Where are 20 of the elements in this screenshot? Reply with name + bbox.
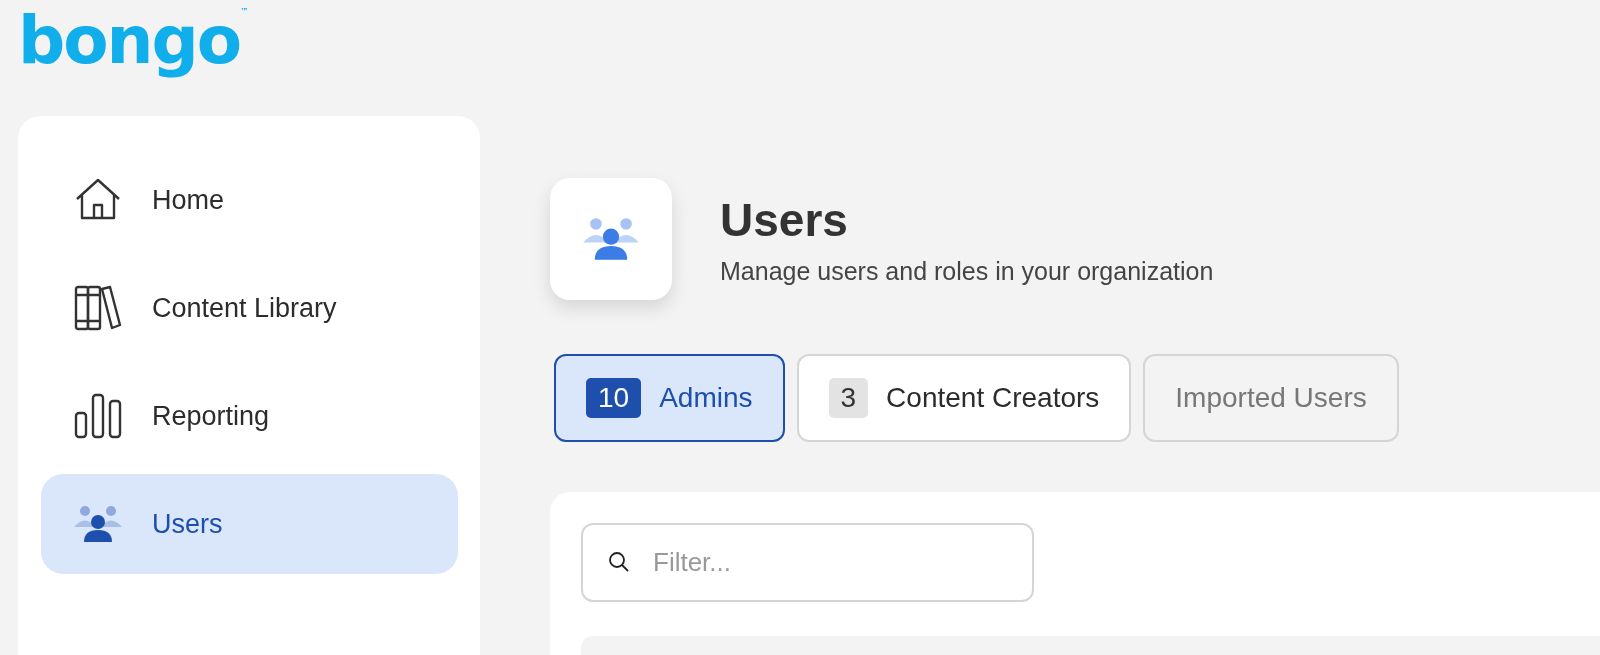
tab-label: Imported Users bbox=[1175, 382, 1367, 414]
page-subtitle: Manage users and roles in your organization bbox=[720, 256, 1214, 286]
tab-label: Content Creators bbox=[886, 382, 1100, 414]
users-icon bbox=[74, 505, 122, 543]
count-badge: 3 bbox=[828, 378, 869, 418]
books-icon bbox=[74, 285, 122, 331]
bar-chart-icon bbox=[74, 393, 122, 439]
tab[interactable]: 10 Admins bbox=[554, 354, 785, 442]
sidebar-item[interactable]: Reporting bbox=[41, 366, 458, 466]
page-title: Users bbox=[720, 192, 849, 247]
house-icon bbox=[74, 178, 122, 222]
sidebar-item[interactable]: Content Library bbox=[41, 258, 458, 358]
filter-field[interactable]: Filter... bbox=[581, 523, 1034, 602]
tab[interactable]: 3 Content Creators bbox=[796, 354, 1132, 442]
count-badge: 10 bbox=[586, 378, 642, 418]
tab-label: Admins bbox=[659, 382, 753, 414]
users-icon bbox=[583, 217, 639, 261]
sidebar-item[interactable]: Users bbox=[41, 474, 458, 574]
logo: bongo$^{™}$ bbox=[18, 8, 249, 81]
sidebar-item[interactable]: Home bbox=[41, 150, 458, 250]
